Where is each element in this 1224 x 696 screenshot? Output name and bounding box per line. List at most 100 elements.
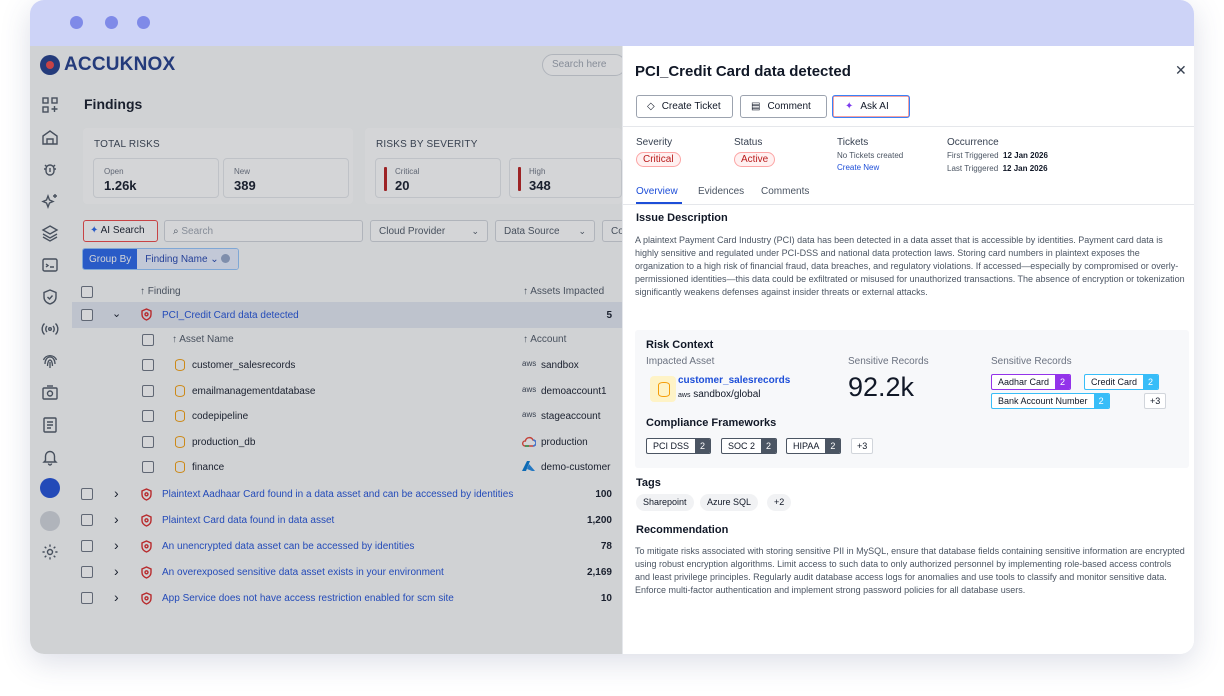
sidebar-rail <box>30 92 70 652</box>
finding-title-link[interactable]: Plaintext Card data found in data asset <box>162 515 334 526</box>
chevron-right-icon[interactable]: › <box>114 511 119 527</box>
column-header-asset-name[interactable]: ↑ Asset Name <box>172 334 234 345</box>
new-risks-stat[interactable]: New 389 <box>223 158 349 198</box>
chevron-down-icon[interactable]: ⌄ <box>112 307 121 320</box>
asset-row[interactable]: customer_salesrecords aws sandbox <box>72 353 622 378</box>
row-checkbox[interactable] <box>142 435 154 448</box>
ai-search-button[interactable]: ✦ AI Search <box>83 220 158 242</box>
create-ticket-button[interactable]: ◇ Create Ticket <box>636 95 733 118</box>
row-checkbox[interactable] <box>81 566 93 578</box>
tag-chip[interactable]: Azure SQL <box>700 494 759 511</box>
table-row[interactable]: › An overexposed sensitive data asset exi… <box>72 560 622 586</box>
row-checkbox[interactable] <box>142 384 154 397</box>
table-row[interactable]: › App Service does not have access restri… <box>72 586 622 612</box>
group-by-control[interactable]: Group By Finding Name ⌄ <box>82 248 240 270</box>
signal-icon[interactable] <box>41 320 59 338</box>
window-dot[interactable] <box>137 16 150 29</box>
row-checkbox[interactable] <box>142 410 154 422</box>
asset-row[interactable]: codepipeline aws stageaccount <box>72 404 622 429</box>
asset-row[interactable]: finance demo-customer <box>72 455 622 480</box>
table-row[interactable]: › An unencrypted data asset can be access… <box>72 534 622 560</box>
tab-comments[interactable]: Comments <box>761 186 809 197</box>
table-row-expanded[interactable]: ⌄ PCI_Credit Card data detected 5 <box>72 302 622 328</box>
window-dot[interactable] <box>70 16 83 29</box>
row-checkbox[interactable] <box>142 461 154 473</box>
asset-name[interactable]: finance <box>192 462 224 473</box>
chevron-right-icon[interactable]: › <box>114 485 119 501</box>
select-all-assets-checkbox[interactable] <box>142 334 154 346</box>
asset-row[interactable]: production_db production <box>72 430 622 455</box>
tag-chip[interactable]: Sharepoint <box>636 494 694 511</box>
user-avatar[interactable] <box>40 478 60 498</box>
asset-name[interactable]: codepipeline <box>192 411 248 422</box>
row-checkbox[interactable] <box>81 592 93 604</box>
table-row[interactable]: › Plaintext Card data found in data asset… <box>72 508 622 534</box>
bell-icon[interactable] <box>41 448 59 466</box>
tab-evidences[interactable]: Evidences <box>698 186 744 197</box>
bug-icon[interactable] <box>41 160 59 178</box>
finding-title-link[interactable]: PCI_Credit Card data detected <box>162 310 299 321</box>
cloud-provider-dropdown[interactable]: Cloud Provider ⌄ <box>370 220 488 242</box>
row-checkbox[interactable] <box>81 309 93 321</box>
inventory-icon[interactable] <box>41 128 59 146</box>
sensitive-type-chip[interactable]: Credit Card 2 <box>1084 374 1160 390</box>
select-all-checkbox[interactable] <box>81 286 93 298</box>
chip-count: 2 <box>825 439 841 453</box>
high-risks-stat[interactable]: High 348 <box>509 158 622 198</box>
impacted-asset-link[interactable]: customer_salesrecords <box>678 375 790 386</box>
secondary-avatar[interactable] <box>40 511 60 531</box>
finding-title-link[interactable]: An overexposed sensitive data asset exis… <box>162 567 444 578</box>
clear-icon[interactable] <box>221 254 231 263</box>
row-checkbox[interactable] <box>81 514 93 526</box>
column-header-account[interactable]: ↑ Account <box>523 334 566 345</box>
finding-title-link[interactable]: An unencrypted data asset can be accesse… <box>162 541 414 552</box>
dashboard-icon[interactable] <box>41 96 59 114</box>
sparkle-icon[interactable] <box>41 192 59 210</box>
row-checkbox[interactable] <box>142 359 154 371</box>
status-badge[interactable]: Active <box>734 152 776 167</box>
chevron-right-icon[interactable]: › <box>114 563 119 579</box>
settings-icon[interactable] <box>41 543 59 561</box>
more-frameworks-chip[interactable]: +3 <box>851 438 874 454</box>
assets-impacted-count: 100 <box>595 489 612 500</box>
shield-icon[interactable] <box>41 288 59 306</box>
asset-name[interactable]: production_db <box>192 437 255 448</box>
brand-logo[interactable]: ACCUKNOX <box>40 54 175 76</box>
global-search-input[interactable]: Search here <box>542 54 626 76</box>
critical-risks-stat[interactable]: Critical 20 <box>375 158 501 198</box>
cog-box-icon[interactable] <box>41 384 59 402</box>
sensitive-type-chip[interactable]: Aadhar Card 2 <box>991 374 1072 390</box>
framework-chip[interactable]: SOC 2 2 <box>721 438 778 454</box>
layers-icon[interactable] <box>41 224 59 242</box>
create-ticket-link[interactable]: Create New <box>837 163 879 172</box>
asset-row[interactable]: emailmanagementdatabase aws demoaccount1 <box>72 379 622 404</box>
row-checkbox[interactable] <box>81 488 93 500</box>
finding-title-link[interactable]: App Service does not have access restric… <box>162 593 454 604</box>
column-header-assets[interactable]: ↑ Assets Impacted <box>523 286 604 297</box>
search-input[interactable]: ⌕ Search <box>164 220 363 242</box>
column-header-finding[interactable]: ↑ Finding <box>140 286 181 297</box>
close-icon[interactable]: ✕ <box>1175 62 1187 79</box>
sensitive-type-chip[interactable]: Bank Account Number 2 <box>991 393 1110 409</box>
table-row[interactable]: › Plaintext Aadhaar Card found in a data … <box>72 482 622 508</box>
group-by-value[interactable]: Finding Name ⌄ <box>137 249 239 269</box>
fingerprint-icon[interactable] <box>41 352 59 370</box>
finding-title-link[interactable]: Plaintext Aadhaar Card found in a data a… <box>162 489 513 500</box>
report-icon[interactable] <box>41 416 59 434</box>
asset-name[interactable]: customer_salesrecords <box>192 360 295 371</box>
comment-button[interactable]: ▤ Comment <box>740 95 827 118</box>
tag-more-chip[interactable]: +2 <box>767 494 792 511</box>
chevron-right-icon[interactable]: › <box>114 589 119 605</box>
tab-overview[interactable]: Overview <box>636 186 678 197</box>
data-source-dropdown[interactable]: Data Source ⌄ <box>495 220 595 242</box>
framework-chip[interactable]: HIPAA 2 <box>786 438 842 454</box>
row-checkbox[interactable] <box>81 540 93 552</box>
ask-ai-button[interactable]: ✦ Ask AI <box>832 95 910 118</box>
asset-name[interactable]: emailmanagementdatabase <box>192 386 315 397</box>
chevron-right-icon[interactable]: › <box>114 537 119 553</box>
framework-chip[interactable]: PCI DSS 2 <box>646 438 712 454</box>
more-types-chip[interactable]: +3 <box>1144 393 1167 409</box>
open-risks-stat[interactable]: Open 1.26k <box>93 158 219 198</box>
window-dot[interactable] <box>105 16 118 29</box>
terminal-icon[interactable] <box>41 256 59 274</box>
